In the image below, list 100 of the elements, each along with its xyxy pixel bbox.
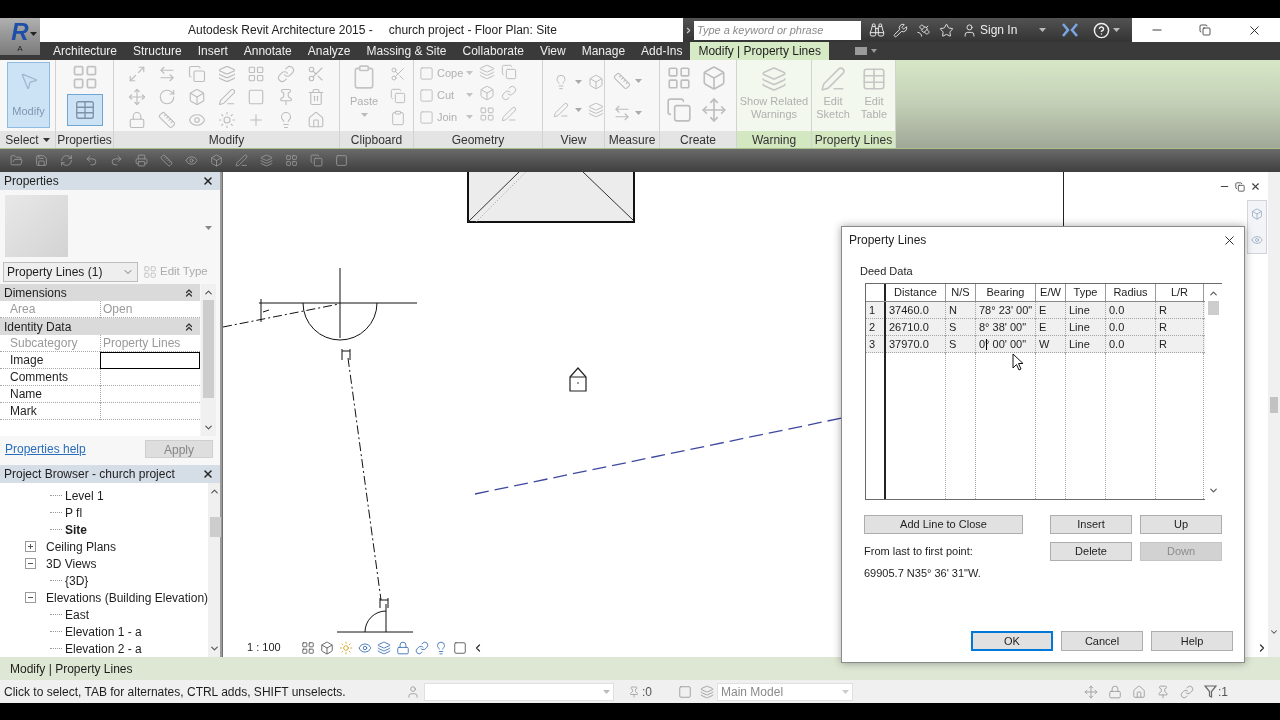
resize-arrows-icon[interactable] bbox=[128, 65, 146, 83]
eye-icon[interactable] bbox=[185, 154, 198, 167]
house-icon[interactable] bbox=[1132, 684, 1146, 699]
printer-icon[interactable] bbox=[135, 154, 148, 167]
eye-icon[interactable] bbox=[187, 111, 206, 129]
vertical-scrollbar[interactable] bbox=[208, 483, 220, 657]
redo-icon[interactable] bbox=[110, 154, 123, 167]
eye-icon[interactable] bbox=[357, 640, 372, 655]
pen-line-icon[interactable] bbox=[553, 102, 569, 118]
row-number[interactable]: 2 bbox=[869, 319, 876, 336]
column-header[interactable]: Distance bbox=[894, 284, 937, 301]
square-icon[interactable] bbox=[247, 88, 266, 106]
tree-item[interactable]: Site bbox=[65, 520, 87, 539]
tree-item[interactable]: East bbox=[65, 605, 89, 624]
property-value-field[interactable] bbox=[100, 352, 200, 370]
ribbon-tab[interactable]: Insert bbox=[189, 42, 236, 60]
double-chevron-icon[interactable] bbox=[1062, 23, 1079, 37]
navigation-bar[interactable] bbox=[1247, 200, 1267, 254]
scrollbar-thumb[interactable] bbox=[210, 517, 222, 537]
link-icon[interactable] bbox=[501, 85, 517, 101]
column-header[interactable]: Radius bbox=[1113, 284, 1148, 301]
tree-item[interactable]: Level 1 bbox=[65, 486, 104, 505]
tree-item[interactable]: Elevation 1 - a bbox=[65, 622, 142, 641]
dashed-line[interactable] bbox=[473, 417, 842, 495]
vertical-scrollbar[interactable] bbox=[1268, 172, 1280, 657]
layers-icon[interactable] bbox=[700, 684, 714, 699]
column-header[interactable]: L/R bbox=[1170, 284, 1189, 301]
dropdown-field[interactable] bbox=[424, 682, 614, 701]
collapse-icon[interactable] bbox=[25, 558, 36, 569]
dialog-button[interactable]: Cancel bbox=[1061, 631, 1143, 651]
close-icon[interactable] bbox=[1250, 181, 1261, 192]
open-folder-icon[interactable] bbox=[10, 154, 23, 167]
restore-icon[interactable] bbox=[1235, 181, 1245, 192]
scissors-icon[interactable] bbox=[390, 66, 406, 82]
up-button[interactable]: Up bbox=[1140, 515, 1222, 534]
search-field[interactable]: Type a keyword or phrase bbox=[694, 20, 861, 40]
two-way-arrow-icon[interactable] bbox=[157, 65, 176, 83]
satellite-icon[interactable] bbox=[916, 22, 931, 38]
property-value-field[interactable] bbox=[100, 403, 200, 421]
layers-icon[interactable] bbox=[260, 154, 273, 167]
two-way-arrow-icon[interactable] bbox=[613, 104, 631, 122]
house-icon[interactable] bbox=[307, 111, 326, 129]
tree-item[interactable]: P fl bbox=[65, 503, 83, 522]
grid-icon[interactable] bbox=[479, 106, 495, 122]
ribbon-tab[interactable]: Add-Ins bbox=[633, 42, 691, 60]
layers-icon[interactable] bbox=[376, 640, 391, 655]
close-icon[interactable] bbox=[202, 175, 214, 187]
copy-icon[interactable] bbox=[501, 64, 517, 80]
grid-icon[interactable] bbox=[666, 65, 692, 91]
row-number[interactable]: 1 bbox=[869, 302, 876, 319]
scrollbar-thumb[interactable] bbox=[203, 300, 214, 399]
eye-icon[interactable] bbox=[1251, 234, 1263, 246]
copy-icon[interactable] bbox=[666, 97, 692, 123]
sun-icon[interactable] bbox=[217, 111, 236, 129]
layers-icon[interactable] bbox=[588, 102, 604, 118]
lock-icon[interactable] bbox=[395, 640, 410, 655]
caret-icon[interactable] bbox=[1113, 28, 1121, 32]
cube-icon[interactable] bbox=[319, 640, 334, 655]
ruler-icon[interactable] bbox=[613, 72, 631, 90]
layers-icon[interactable] bbox=[217, 65, 236, 83]
star-icon[interactable] bbox=[939, 22, 954, 38]
move-arrows-icon[interactable] bbox=[701, 97, 727, 123]
tree-item[interactable]: 3D Views bbox=[46, 554, 97, 573]
scrollbar-thumb[interactable] bbox=[1270, 397, 1278, 413]
vertical-scrollbar[interactable] bbox=[201, 284, 216, 437]
property-value-field[interactable] bbox=[100, 386, 200, 404]
add-line-button[interactable]: Add Line to Close bbox=[864, 515, 1023, 534]
dialog-button[interactable]: Help bbox=[1151, 631, 1233, 651]
collapse-icon[interactable] bbox=[25, 592, 36, 603]
ribbon-tab[interactable]: Analyze bbox=[299, 42, 359, 60]
pin-icon[interactable] bbox=[628, 685, 640, 698]
scroll-down-icon[interactable] bbox=[208, 643, 220, 654]
ribbon-tab[interactable]: Massing & Site bbox=[358, 42, 455, 60]
design-option-field[interactable]: Main Model bbox=[717, 682, 853, 701]
pen-line-icon[interactable] bbox=[217, 88, 236, 106]
ribbon-tab[interactable]: Structure bbox=[125, 42, 190, 60]
save-icon[interactable] bbox=[35, 154, 48, 167]
row-number[interactable]: 3 bbox=[869, 336, 876, 353]
lightbulb-icon[interactable] bbox=[553, 74, 569, 90]
caret-icon[interactable] bbox=[1039, 28, 1047, 32]
properties-help-link[interactable]: Properties help bbox=[5, 440, 86, 459]
copy-icon[interactable] bbox=[390, 88, 406, 104]
binoculars-icon[interactable] bbox=[869, 22, 885, 38]
layers-icon[interactable] bbox=[479, 64, 495, 80]
trash-icon[interactable] bbox=[307, 88, 326, 106]
help-icon[interactable] bbox=[1093, 21, 1111, 39]
tree-item[interactable]: Elevations (Building Elevation) bbox=[46, 588, 209, 607]
rotate-icon[interactable] bbox=[157, 88, 176, 106]
scroll-down-icon[interactable] bbox=[1208, 485, 1219, 496]
group-header[interactable]: Identity Data bbox=[0, 318, 200, 336]
square-icon[interactable] bbox=[678, 684, 692, 699]
delete-button[interactable]: Delete bbox=[1050, 542, 1132, 561]
wrench-icon[interactable] bbox=[893, 22, 908, 38]
property-value-field[interactable] bbox=[100, 369, 200, 387]
user-icon[interactable] bbox=[406, 684, 420, 699]
ribbon-tab[interactable]: Manage bbox=[573, 42, 634, 60]
move-arrows-icon[interactable] bbox=[128, 88, 146, 106]
grid-icon[interactable] bbox=[285, 154, 298, 167]
caret-icon[interactable] bbox=[42, 137, 50, 142]
column-header[interactable]: Bearing bbox=[986, 284, 1025, 301]
